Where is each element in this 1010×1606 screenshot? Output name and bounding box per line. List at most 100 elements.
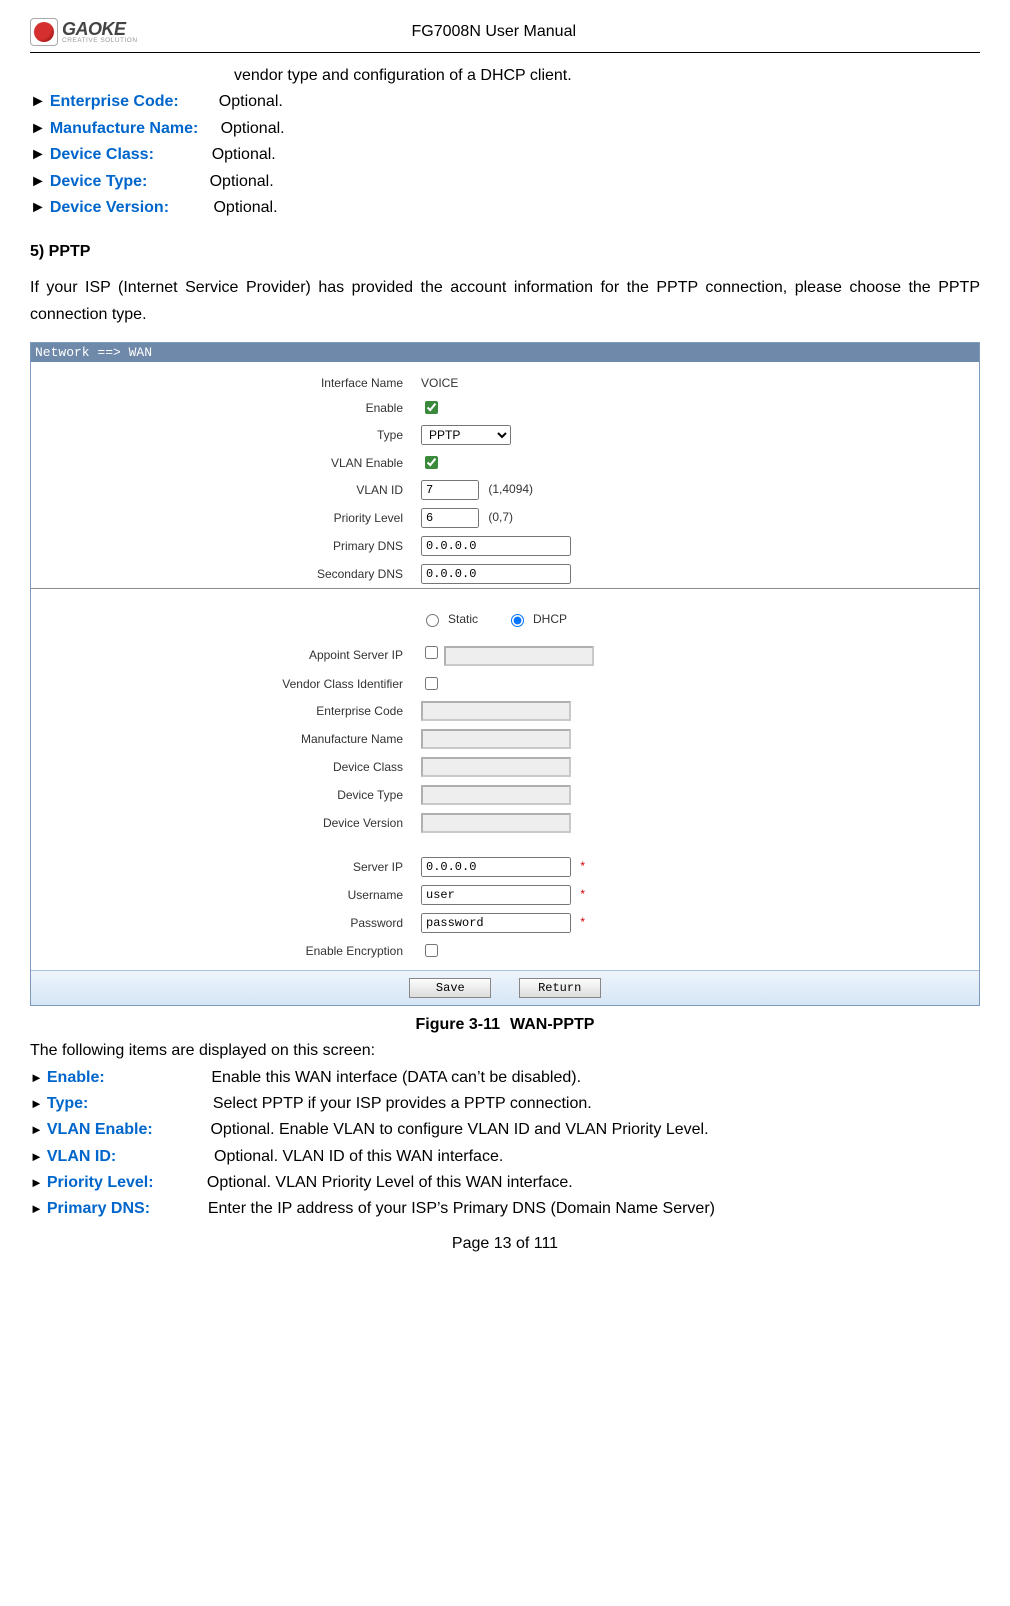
logo-text: GAOKE [62, 20, 138, 38]
label-appoint-server-ip: Appoint Server IP [59, 639, 417, 670]
server-ip-input[interactable] [421, 857, 571, 877]
desc: Enter the IP address of your ISP’s Prima… [208, 1196, 715, 1222]
desc: Optional. Enable VLAN to configure VLAN … [210, 1117, 708, 1143]
enable-checkbox[interactable] [425, 401, 438, 414]
def-line: ►Device Version: Optional. [30, 195, 980, 221]
label-vendor-class-identifier: Vendor Class Identifier [59, 670, 417, 697]
vlan-id-hint: (1,4094) [488, 482, 533, 496]
primary-dns-input[interactable] [421, 536, 571, 556]
arrow-icon: ► [30, 1093, 43, 1114]
figure-caption: Figure 3-11WAN-PPTP [30, 1016, 980, 1034]
arrow-icon: ► [30, 142, 46, 168]
def-line: ►Enterprise Code: Optional. [30, 89, 980, 115]
arrow-icon: ► [30, 1198, 43, 1219]
term: Type: [47, 1091, 88, 1117]
arrow-icon: ► [30, 1172, 43, 1193]
arrow-icon: ► [30, 1067, 43, 1088]
term: Manufacture Name: [50, 116, 198, 142]
vlan-id-input[interactable] [421, 480, 479, 500]
desc: Select PPTP if your ISP provides a PPTP … [213, 1091, 592, 1117]
term: Device Class: [50, 142, 154, 168]
term: Enable: [47, 1065, 105, 1091]
radio-dhcp[interactable]: DHCP [506, 611, 567, 627]
label-enterprise-code: Enterprise Code [59, 697, 417, 725]
arrow-icon: ► [30, 169, 46, 195]
static-radio[interactable] [426, 614, 439, 627]
enterprise-code-input[interactable] [421, 701, 571, 721]
device-version-input[interactable] [421, 813, 571, 833]
label-secondary-dns: Secondary DNS [59, 560, 417, 588]
def-line: ►VLAN Enable: Optional. Enable VLAN to c… [30, 1117, 980, 1143]
logo-sub: CREATIVE SOLUTION [62, 38, 138, 45]
save-button[interactable]: Save [409, 978, 491, 998]
manufacture-name-input[interactable] [421, 729, 571, 749]
logo-mark-icon [30, 18, 58, 46]
def-line: ►Primary DNS: Enter the IP address of yo… [30, 1196, 980, 1222]
page-header-title: FG7008N User Manual [138, 23, 850, 41]
label-username: Username [59, 881, 417, 909]
term: VLAN Enable: [47, 1117, 153, 1143]
arrow-icon: ► [30, 1119, 43, 1140]
desc: Optional. [213, 195, 277, 221]
label-primary-dns: Primary DNS [59, 532, 417, 560]
device-type-input[interactable] [421, 785, 571, 805]
device-class-input[interactable] [421, 757, 571, 777]
def-line: ►VLAN ID: Optional. VLAN ID of this WAN … [30, 1144, 980, 1170]
label-interface-name: Interface Name [59, 372, 417, 394]
section-paragraph: If your ISP (Internet Service Provider) … [30, 275, 980, 328]
label-device-class: Device Class [59, 753, 417, 781]
req-mark: * [580, 859, 585, 873]
label-vlan-id: VLAN ID [59, 476, 417, 504]
return-button[interactable]: Return [519, 978, 601, 998]
desc: Optional. [212, 142, 276, 168]
dhcp-radio[interactable] [511, 614, 524, 627]
radio-static[interactable]: Static [421, 611, 478, 627]
label-type: Type [59, 421, 417, 449]
req-mark: * [580, 915, 585, 929]
appoint-server-ip-input[interactable] [444, 646, 594, 666]
def-line: ►Enable: Enable this WAN interface (DATA… [30, 1065, 980, 1091]
figure-wan-pptp: Network ==> WAN Interface Name VOICE Ena… [30, 342, 980, 1006]
desc: Optional. [210, 169, 274, 195]
password-input[interactable] [421, 913, 571, 933]
desc: Optional. [221, 116, 285, 142]
req-mark: * [580, 887, 585, 901]
term: Primary DNS: [47, 1196, 150, 1222]
def-line: ►Type: Select PPTP if your ISP provides … [30, 1091, 980, 1117]
arrow-icon: ► [30, 1146, 43, 1167]
desc: Optional. VLAN ID of this WAN interface. [214, 1144, 503, 1170]
label-manufacture-name: Manufacture Name [59, 725, 417, 753]
priority-level-input[interactable] [421, 508, 479, 528]
term: VLAN ID: [47, 1144, 116, 1170]
logo: GAOKE CREATIVE SOLUTION [30, 18, 138, 46]
value-interface-name: VOICE [417, 372, 951, 394]
type-select[interactable]: PPTP [421, 425, 511, 445]
arrow-icon: ► [30, 89, 46, 115]
appoint-server-ip-checkbox[interactable] [425, 646, 438, 659]
label-enable-encryption: Enable Encryption [59, 937, 417, 964]
def-line: ►Manufacture Name: Optional. [30, 116, 980, 142]
desc: Enable this WAN interface (DATA can’t be… [211, 1065, 581, 1091]
def-line: ►Device Type: Optional. [30, 169, 980, 195]
desc: Optional. VLAN Priority Level of this WA… [207, 1170, 573, 1196]
enable-encryption-checkbox[interactable] [425, 944, 438, 957]
label-device-type: Device Type [59, 781, 417, 809]
label-password: Password [59, 909, 417, 937]
def-line: ►Priority Level: Optional. VLAN Priority… [30, 1170, 980, 1196]
term: Device Version: [50, 195, 169, 221]
username-input[interactable] [421, 885, 571, 905]
secondary-dns-input[interactable] [421, 564, 571, 584]
label-device-version: Device Version [59, 809, 417, 837]
arrow-icon: ► [30, 195, 46, 221]
label-server-ip: Server IP [59, 853, 417, 881]
arrow-icon: ► [30, 116, 46, 142]
continued-line: vendor type and configuration of a DHCP … [30, 63, 980, 89]
after-lead: The following items are displayed on thi… [30, 1038, 980, 1064]
page-number: Page 13 of 111 [30, 1235, 980, 1253]
vlan-enable-checkbox[interactable] [425, 456, 438, 469]
desc: Optional. [219, 89, 283, 115]
vendor-class-identifier-checkbox[interactable] [425, 677, 438, 690]
label-vlan-enable: VLAN Enable [59, 449, 417, 476]
term: Enterprise Code: [50, 89, 179, 115]
breadcrumb: Network ==> WAN [31, 343, 979, 362]
